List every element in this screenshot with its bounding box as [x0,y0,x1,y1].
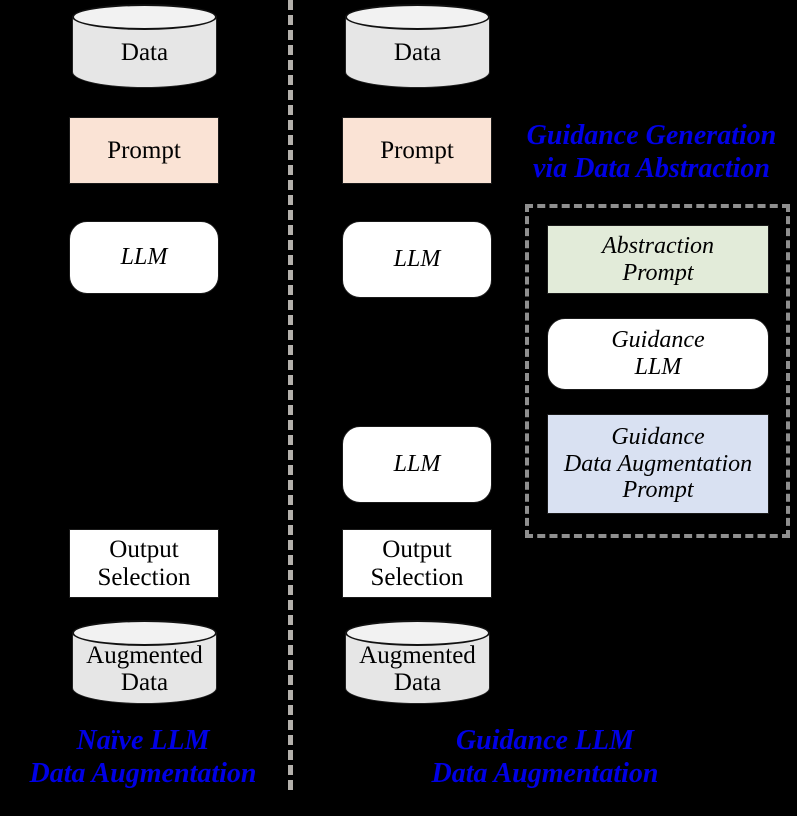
right-augmented-data-label: Augmented Data [359,641,476,697]
figure-canvas: Data Prompt LLM Output Selection Augment… [0,0,797,816]
guidance-llm-box: Guidance LLM [547,318,769,390]
left-augmented-data-cylinder: Augmented Data [72,620,217,704]
left-column-caption: Naïve LLM Data Augmentation [29,725,257,790]
left-output-selection-label: Output Selection [97,535,191,591]
right-output-selection-label: Output Selection [370,535,464,591]
guidance-llm-label: Guidance LLM [611,327,705,380]
abstraction-prompt-label: Abstraction Prompt [602,232,714,286]
right-output-selection-box: Output Selection [342,529,492,598]
guidance-data-augmentation-prompt-label: Guidance Data Augmentation Prompt [563,423,753,504]
right-augmented-data-cylinder: Augmented Data [345,620,490,704]
right-llm-1-label: LLM [393,246,441,273]
left-augmented-data-label: Augmented Data [86,641,203,697]
left-llm-label: LLM [120,244,168,271]
left-data-label: Data [120,39,169,67]
right-llm-box-1: LLM [342,221,492,298]
right-data-label: Data [393,39,442,67]
right-llm-2-label: LLM [393,451,441,478]
left-llm-box: LLM [69,221,219,294]
right-prompt-label: Prompt [380,136,454,164]
right-column-caption: Guidance LLM Data Augmentation [431,725,659,790]
right-prompt-box: Prompt [342,117,492,184]
right-data-cylinder: Data [345,4,490,88]
left-prompt-label: Prompt [107,136,181,164]
abstraction-prompt-box: Abstraction Prompt [547,225,769,294]
left-output-selection-box: Output Selection [69,529,219,598]
right-llm-box-2: LLM [342,426,492,503]
left-data-cylinder: Data [72,4,217,88]
guidance-data-augmentation-prompt-box: Guidance Data Augmentation Prompt [547,414,769,514]
vertical-dashed-divider [288,0,293,790]
left-prompt-box: Prompt [69,117,219,184]
guidance-group-heading: Guidance Generation via Data Abstraction [526,120,777,185]
